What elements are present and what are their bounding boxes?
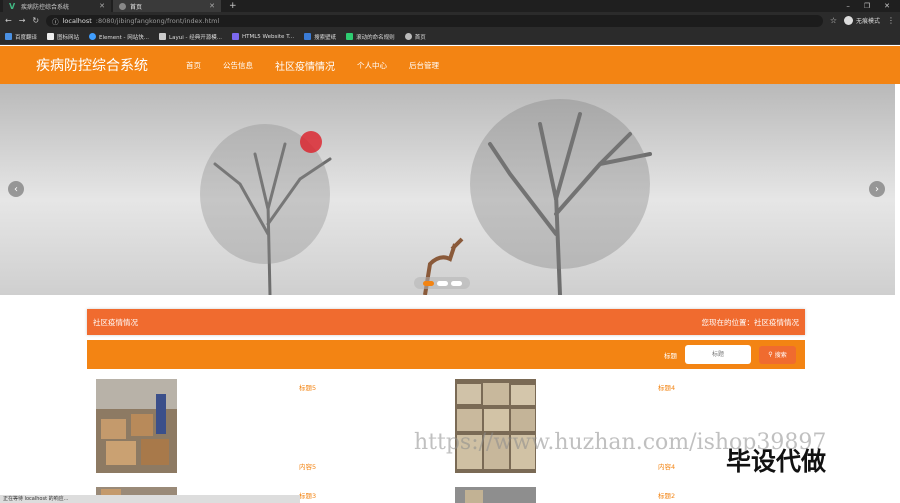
bookmark-icon (5, 33, 12, 40)
bookmark-item[interactable]: HTML5 Website T... (231, 33, 295, 40)
section-title-bar: 社区疫情情况 您现在的位置：社区疫情情况 (87, 309, 805, 335)
close-icon[interactable]: ✕ (99, 2, 105, 10)
search-button[interactable]: ⚲ 搜索 (759, 345, 796, 364)
bookmark-icon (231, 33, 239, 40)
close-icon[interactable]: ✕ (209, 2, 215, 10)
search-button-label: 搜索 (774, 352, 787, 359)
item-title[interactable]: 标题5 (299, 382, 316, 392)
nav-personal-center[interactable]: 个人中心 (357, 60, 387, 71)
back-icon[interactable]: ← (5, 16, 12, 25)
bookmark-icon (47, 33, 55, 40)
browser-tabstrip: V 疾病防控综合系统 ✕ 首页 ✕ + – ❐ ✕ (0, 0, 900, 12)
bookmark-label: 搜索壁纸 (314, 34, 337, 41)
bookmark-item[interactable]: 图标网站 (47, 33, 79, 41)
bookmark-label: Element - 网站快... (99, 34, 150, 41)
new-tab-icon[interactable]: + (223, 1, 243, 11)
close-window-icon[interactable]: ✕ (884, 2, 890, 10)
status-bubble: 正在等待 localhost 的响应... (0, 495, 300, 503)
item-content: 内容4 (658, 463, 676, 471)
reload-icon[interactable]: ↻ (32, 16, 39, 25)
address-input[interactable]: ⓘ localhost:8080/jibingfangkong/front/in… (46, 14, 823, 27)
bookmark-icon (159, 33, 167, 40)
forward-icon[interactable]: → (19, 16, 26, 25)
item-thumbnail[interactable] (455, 487, 536, 503)
bookmark-label: 百度翻译 (15, 34, 38, 41)
globe-icon (119, 2, 126, 10)
carousel-next-button[interactable]: › (869, 181, 885, 197)
search-icon: ⚲ (768, 351, 773, 358)
window-controls: – ❐ ✕ (846, 2, 900, 10)
list-item[interactable]: 标题2 (446, 487, 771, 503)
address-path: :8080/jibingfangkong/front/index.html (95, 16, 220, 25)
site-header: 疾病防控综合系统 首页 公告信息 社区疫情情况 个人中心 后台管理 (0, 46, 900, 84)
list-item[interactable]: 标题4 内容4 (446, 379, 771, 475)
carousel-dot[interactable] (436, 280, 448, 286)
list-item[interactable]: 标题5 内容5 (87, 379, 412, 475)
nav-community-epidemic[interactable]: 社区疫情情况 (275, 58, 335, 73)
bookmark-label: Layui - 经典开源模... (169, 34, 222, 41)
nav-home[interactable]: 首页 (186, 60, 201, 71)
item-thumbnail[interactable] (96, 379, 177, 473)
bookmark-item[interactable]: 百度翻译 (5, 33, 37, 41)
bookmark-label: 首页 (414, 34, 426, 41)
item-title[interactable]: 标题2 (658, 490, 675, 500)
item-content: 内容5 (299, 463, 317, 471)
tab-system[interactable]: V 疾病防控综合系统 ✕ (3, 0, 111, 12)
address-host: localhost (62, 16, 92, 25)
cursor-highlight (300, 131, 322, 153)
star-icon[interactable]: ☆ (830, 16, 837, 25)
bookmark-item[interactable]: 首页 (404, 33, 426, 41)
bookmark-item[interactable]: 滚动的命名规则 (346, 33, 395, 41)
breadcrumb: 您现在的位置：社区疫情情况 (701, 317, 800, 327)
item-thumbnail[interactable] (455, 379, 536, 473)
maximize-icon[interactable]: ❐ (864, 2, 870, 10)
bookmark-item[interactable]: Layui - 经典开源模... (159, 33, 222, 41)
carousel-dot[interactable] (422, 280, 434, 286)
bookmark-label: 滚动的命名规则 (356, 34, 395, 41)
bookmarks-bar: 百度翻译 图标网站 Element - 网站快... Layui - 经典开源模… (0, 29, 900, 45)
profile-label: 无痕模式 (855, 18, 880, 25)
menu-icon[interactable]: ⋮ (887, 16, 895, 25)
carousel-indicators (414, 277, 470, 289)
bookmark-icon (346, 33, 354, 40)
incognito-icon (843, 16, 853, 25)
bookmark-icon (89, 33, 97, 40)
search-input[interactable] (685, 345, 751, 364)
search-bar: 标题 ⚲ 搜索 (87, 340, 805, 369)
nav-admin[interactable]: 后台管理 (409, 60, 439, 71)
vue-icon: V (9, 1, 16, 11)
site-logo[interactable]: 疾病防控综合系统 (36, 55, 186, 75)
nav-announcements[interactable]: 公告信息 (223, 60, 253, 71)
bookmark-icon (304, 33, 312, 40)
bookmark-item[interactable]: 搜索壁纸 (304, 33, 336, 41)
bookmark-label: 图标网站 (57, 34, 80, 41)
bookmark-icon (404, 33, 412, 40)
main-nav: 首页 公告信息 社区疫情情况 个人中心 后台管理 (186, 58, 439, 73)
section-title: 社区疫情情况 (93, 317, 138, 327)
item-title[interactable]: 标题4 (658, 382, 675, 392)
address-bar-row: ← → ↻ ⓘ localhost:8080/jibingfangkong/fr… (0, 12, 900, 29)
tab-home[interactable]: 首页 ✕ (113, 0, 221, 12)
info-icon: ⓘ (52, 17, 59, 26)
tab-label: 首页 (130, 3, 143, 11)
bookmark-item[interactable]: Element - 网站快... (89, 33, 149, 41)
search-label: 标题 (664, 351, 677, 360)
banner-image (0, 84, 895, 295)
minimize-icon[interactable]: – (846, 2, 850, 10)
bookmark-label: HTML5 Website T... (241, 33, 295, 40)
profile-button[interactable]: 无痕模式 (843, 16, 880, 25)
tab-label: 疾病防控综合系统 (21, 3, 70, 11)
carousel-prev-button[interactable]: ‹ (8, 181, 24, 197)
carousel-dot[interactable] (450, 280, 462, 286)
item-title[interactable]: 标题3 (299, 490, 316, 500)
banner-carousel[interactable]: ‹ › (0, 84, 895, 295)
watermark-text: 毕设代做 (726, 447, 827, 476)
